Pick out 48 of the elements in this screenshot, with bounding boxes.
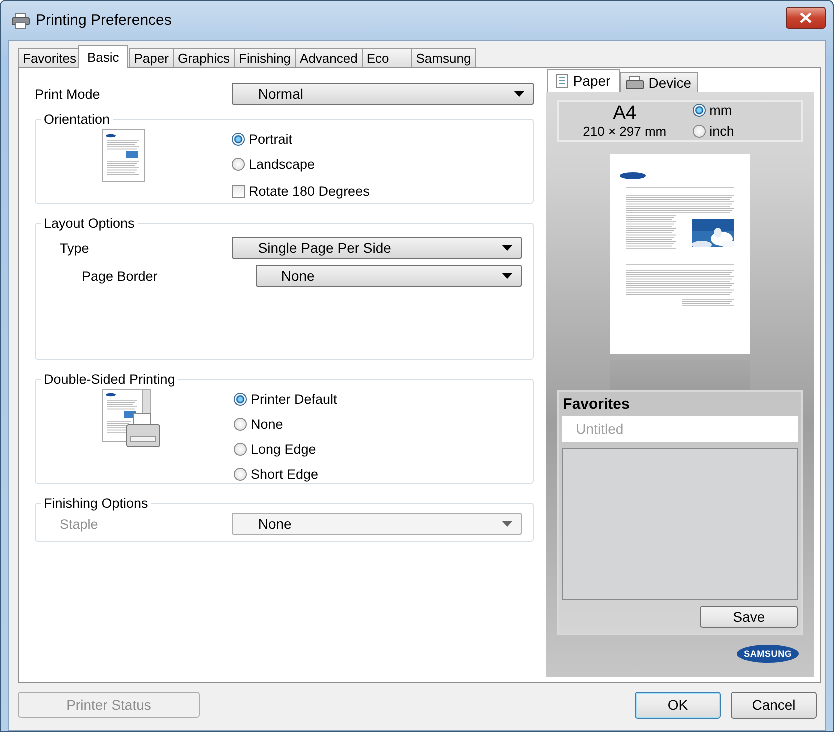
dropdown[interactable]: Single Page Per Side xyxy=(232,237,522,259)
tab[interactable]: Device xyxy=(620,72,698,92)
close-icon xyxy=(800,12,812,22)
field-label: Type xyxy=(60,240,90,256)
dropdown[interactable]: Normal xyxy=(232,83,534,105)
field-label: Staple xyxy=(60,516,98,532)
field-label: Print Mode xyxy=(35,86,100,102)
logo: SAMSUNG xyxy=(737,645,800,663)
radio-option[interactable]: Landscape xyxy=(232,152,370,177)
printer-icon xyxy=(626,76,644,90)
paper-size: A4 xyxy=(613,104,637,124)
tab[interactable]: Advanced xyxy=(295,48,363,68)
ok-button[interactable]: OK xyxy=(635,692,721,718)
group-title: Orientation xyxy=(43,112,112,127)
radio-option[interactable]: None xyxy=(234,412,338,437)
radio-option[interactable]: Long Edge xyxy=(234,437,338,462)
tab[interactable]: Eco xyxy=(362,48,412,68)
document-icon xyxy=(102,129,146,183)
save-button[interactable]: Save xyxy=(700,606,798,628)
group-title: Layout Options xyxy=(43,216,136,231)
cancel-button[interactable]: Cancel xyxy=(731,692,817,718)
window-title: Printing Preferences xyxy=(36,12,172,29)
tab[interactable]: Paper xyxy=(129,48,174,68)
paper-dimensions: 210 × 297 mm xyxy=(583,124,667,138)
group-title: Double-Sided Printing xyxy=(43,372,176,387)
radio-option[interactable]: Printer Default xyxy=(234,387,338,412)
caret-icon xyxy=(514,91,526,97)
caret-icon xyxy=(502,521,514,527)
name-field[interactable]: Untitled xyxy=(562,416,798,442)
radio-option[interactable]: mm xyxy=(692,100,734,121)
tab[interactable]: Basic xyxy=(78,45,128,68)
tab[interactable]: Finishing xyxy=(234,48,296,68)
tab[interactable]: Paper xyxy=(547,69,620,92)
tab[interactable]: Graphics xyxy=(172,48,235,68)
document-icon xyxy=(556,74,568,88)
caret-icon xyxy=(502,273,514,279)
close-button[interactable] xyxy=(786,6,826,28)
radio-option[interactable]: inch xyxy=(692,121,734,142)
group-title: Finishing Options xyxy=(43,496,150,511)
dropdown[interactable]: None xyxy=(256,265,522,287)
caret-icon xyxy=(502,245,514,251)
panel-title: Favorites xyxy=(563,396,631,413)
printer-icon xyxy=(12,12,30,28)
checkbox-option[interactable]: Rotate 180 Degrees xyxy=(232,177,370,205)
field-label: Page Border xyxy=(82,268,158,284)
radio-option[interactable]: Portrait xyxy=(232,127,370,152)
radio-option[interactable]: Short Edge xyxy=(234,462,338,487)
tab[interactable]: Samsung xyxy=(411,48,476,68)
